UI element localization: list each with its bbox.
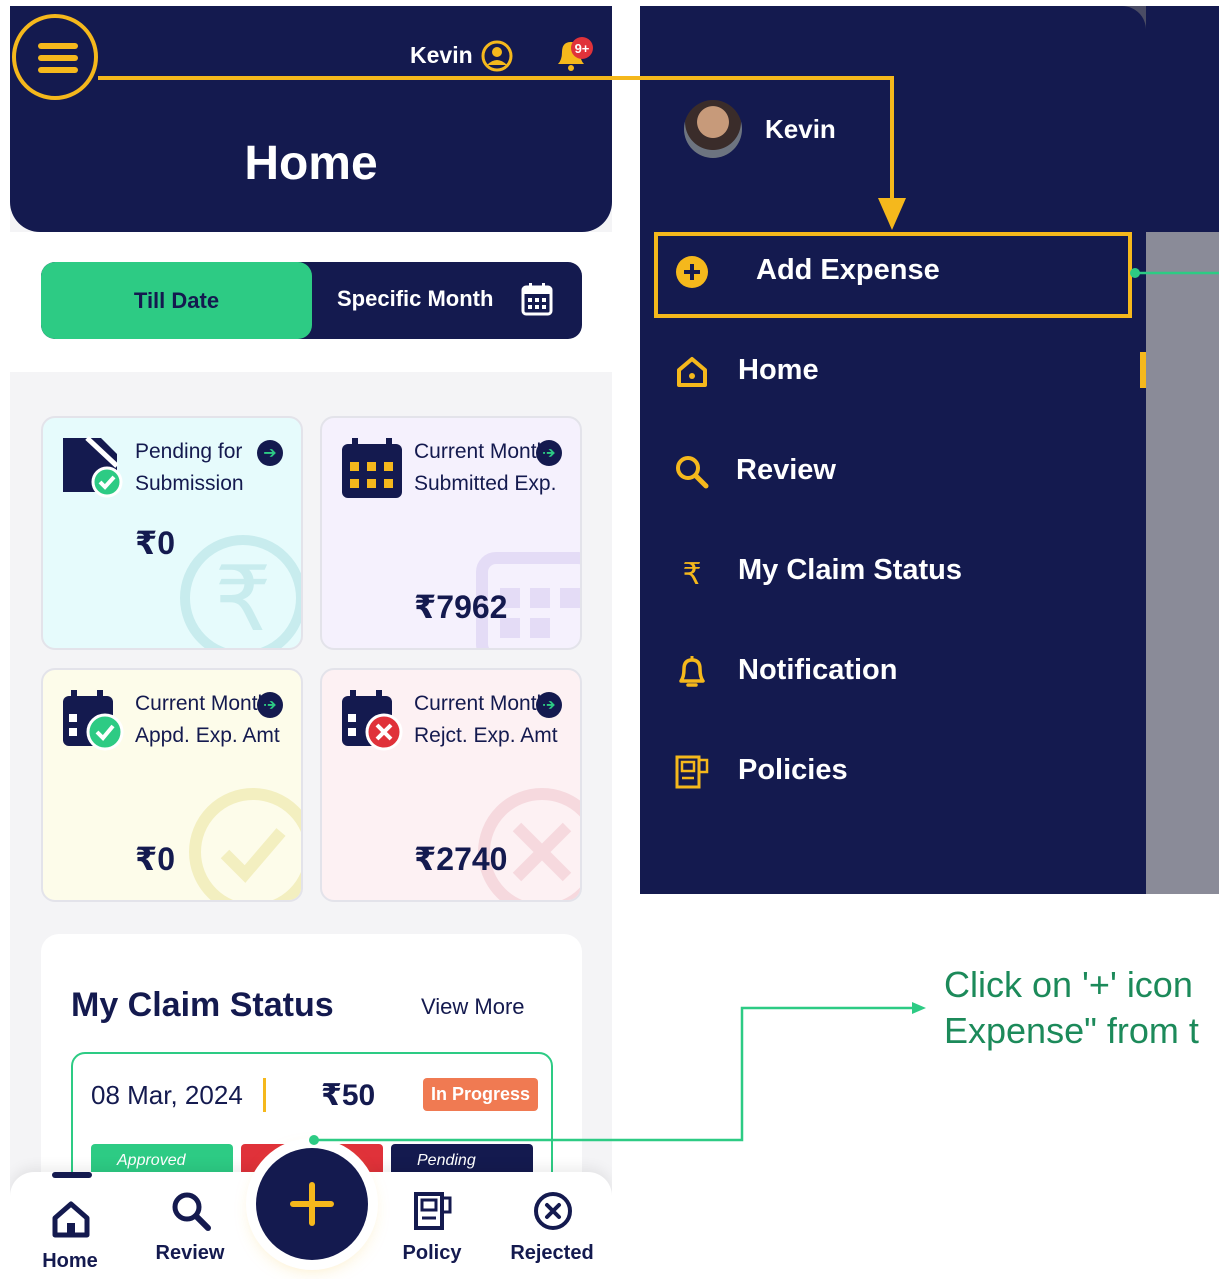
- home-screen: Kevin 9+ Home Till Date Specific Month ₹…: [10, 6, 612, 1279]
- card-value: ₹0: [135, 841, 176, 877]
- divider: [263, 1078, 266, 1112]
- card-current-month-rejected[interactable]: ➔ Current Month Rejct. Exp. Amt ₹2740: [320, 668, 582, 902]
- check-watermark-icon: [189, 788, 301, 900]
- card-value: ₹2740: [414, 841, 508, 877]
- card-current-month-approved[interactable]: ➔ Current Month Appd. Exp. Amt ₹0: [41, 668, 303, 902]
- home-icon: [52, 1201, 90, 1238]
- calendar-icon: [342, 438, 402, 498]
- background-header: [1146, 6, 1219, 232]
- notification-bell-icon[interactable]: 9+: [552, 34, 594, 76]
- card-title: Current Month Rejct. Exp. Amt: [414, 692, 558, 747]
- drawer-screen: Kevin Add Expense Home Review ₹ My Claim…: [640, 6, 1219, 894]
- avatar: [684, 100, 742, 158]
- svg-text:₹: ₹: [214, 547, 271, 650]
- search-icon: [676, 456, 709, 489]
- calendar-icon[interactable]: [521, 282, 553, 316]
- rupee-icon: ₹: [682, 557, 701, 590]
- drawer-item-label: Home: [738, 354, 819, 386]
- chip-approved-label: Approved: [117, 1152, 186, 1169]
- nav-review[interactable]: Review: [140, 1172, 240, 1279]
- card-pending-submission[interactable]: ₹ ➔ Pending for Submission ₹0: [41, 416, 303, 650]
- notification-badge: 9+: [575, 41, 590, 56]
- drawer-item-home[interactable]: Home: [674, 346, 1134, 394]
- calendar-cross-icon: [342, 690, 403, 751]
- view-more-link[interactable]: View More: [421, 994, 525, 1020]
- date-filter-tabs: Till Date Specific Month: [41, 262, 582, 339]
- claim-status-title: My Claim Status: [71, 986, 334, 1024]
- search-icon: [172, 1192, 211, 1231]
- drawer-item-label: Policies: [738, 754, 848, 786]
- navigation-drawer: Kevin Add Expense Home Review ₹ My Claim…: [640, 6, 1146, 894]
- scrollbar[interactable]: [1140, 352, 1146, 388]
- page-title: Home: [244, 137, 378, 190]
- nav-home-label: Home: [42, 1250, 98, 1272]
- chip-pending-label: Pending: [417, 1152, 476, 1169]
- app-header: Kevin 9+ Home: [10, 6, 612, 232]
- close-circle-icon: [534, 1192, 572, 1230]
- green-arrow-head: [912, 1002, 926, 1014]
- drawer-item-policies[interactable]: Policies: [674, 746, 1134, 794]
- card-title: Current Month Appd. Exp. Amt: [135, 692, 280, 747]
- policy-icon: [414, 1192, 452, 1230]
- nav-rejected[interactable]: Rejected: [502, 1172, 602, 1279]
- card-value: ₹0: [135, 525, 176, 561]
- calendar-check-icon: [63, 690, 124, 751]
- card-current-month-submitted[interactable]: ➔ Current Month Submitted Exp. ₹7962: [320, 416, 582, 650]
- nav-policy-label: Policy: [402, 1242, 462, 1264]
- policy-icon: [675, 755, 709, 789]
- nav-review-label: Review: [155, 1242, 225, 1264]
- drawer-item-label: My Claim Status: [738, 554, 962, 586]
- drawer-item-notification[interactable]: Notification: [674, 646, 1134, 694]
- card-value: ₹7962: [414, 589, 508, 625]
- drawer-item-label: Review: [736, 454, 836, 486]
- tab-specific-month[interactable]: Specific Month: [337, 286, 493, 312]
- plus-icon-vertical: [309, 1182, 315, 1226]
- background-overlay: [1146, 232, 1219, 894]
- add-expense-fab[interactable]: [256, 1148, 368, 1260]
- active-indicator: [52, 1172, 92, 1178]
- drawer-item-review[interactable]: Review: [674, 446, 1134, 494]
- nav-home[interactable]: Home: [20, 1172, 120, 1279]
- callout-line-2: Expense" from t: [944, 1010, 1199, 1051]
- tab-till-date[interactable]: Till Date: [41, 262, 312, 339]
- status-badge: In Progress: [423, 1078, 539, 1111]
- callout-line-1: Click on '+' icon: [944, 964, 1193, 1005]
- drawer-item-my-claim-status[interactable]: ₹ My Claim Status: [674, 546, 1134, 594]
- claim-amount: ₹50: [321, 1079, 376, 1112]
- pending-document-icon: [63, 436, 123, 498]
- header-user-name: Kevin: [410, 42, 473, 68]
- card-title: Current Month Submitted Exp.: [414, 440, 557, 495]
- drawer-user-name: Kevin: [765, 114, 836, 144]
- claim-date: 08 Mar, 2024: [91, 1080, 243, 1110]
- nav-policy[interactable]: Policy: [382, 1172, 482, 1279]
- highlight-circle: [12, 14, 98, 100]
- svg-text:₹: ₹: [682, 557, 701, 590]
- rupee-watermark-icon: ₹: [180, 535, 301, 650]
- user-circle-icon[interactable]: [480, 39, 514, 73]
- highlight-box-add-expense: [654, 232, 1132, 318]
- nav-rejected-label: Rejected: [510, 1242, 594, 1264]
- home-icon: [677, 357, 707, 387]
- drawer-item-label: Notification: [738, 654, 898, 686]
- card-title: Pending for Submission: [135, 440, 244, 495]
- bell-icon: [679, 656, 705, 687]
- instruction-callout: Click on '+' icon Expense" from t: [944, 962, 1219, 1054]
- date-filter-section: Till Date Specific Month: [10, 232, 612, 372]
